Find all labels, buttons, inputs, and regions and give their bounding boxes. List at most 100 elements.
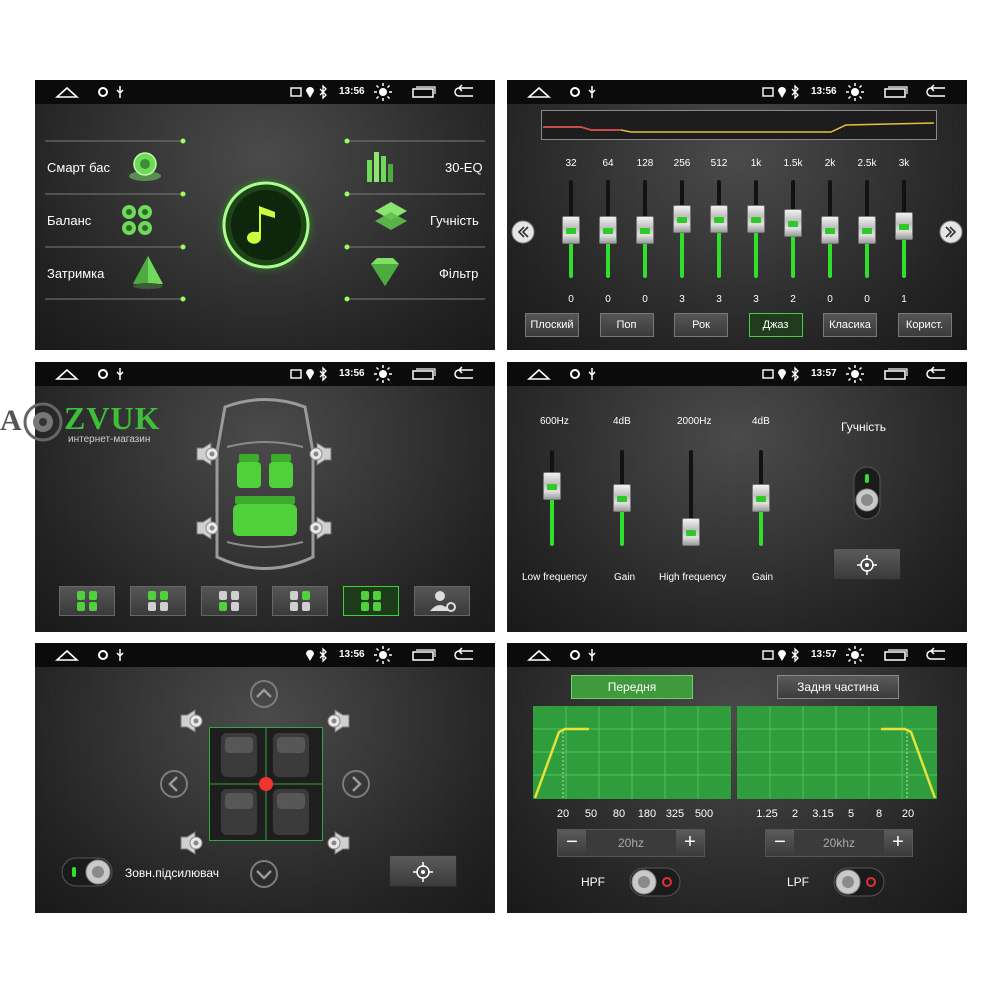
eq-preset-button[interactable]: Корист. xyxy=(897,313,952,337)
recent-apps-icon[interactable] xyxy=(883,84,909,100)
volume-toggle-switch[interactable] xyxy=(853,466,881,520)
chevron-left-double-icon[interactable] xyxy=(511,220,535,244)
tab-rear[interactable]: Задня частина xyxy=(777,675,899,699)
bluetooth-icon xyxy=(791,366,799,382)
hpf-minus-button[interactable]: − xyxy=(558,830,586,856)
equalizer-bars-icon[interactable] xyxy=(365,146,395,186)
tone-slider-knob[interactable] xyxy=(543,472,561,501)
eq-preset-button[interactable]: Плоский xyxy=(525,313,579,337)
sound-field-panel: 13:56 Зовн.підсилювач xyxy=(35,643,495,913)
back-icon[interactable] xyxy=(453,366,477,382)
hpf-response-graph xyxy=(533,706,731,799)
low-freq-value: 600Hz xyxy=(540,416,569,427)
eq-preset-button[interactable]: Поп xyxy=(599,313,654,337)
volume-label[interactable]: Гучність xyxy=(430,213,479,228)
hpf-plus-button[interactable]: + xyxy=(676,830,704,856)
arrow-left-icon[interactable] xyxy=(159,769,189,799)
eq-slider-knob[interactable] xyxy=(747,205,765,234)
back-icon[interactable] xyxy=(453,647,477,663)
home-icon[interactable] xyxy=(527,366,551,382)
balance-label[interactable]: Баланс xyxy=(47,213,91,228)
eq-slider-knob[interactable] xyxy=(636,216,654,245)
back-icon[interactable] xyxy=(925,84,949,100)
user-settings-icon xyxy=(430,591,456,612)
lpf-minus-button[interactable]: − xyxy=(766,830,794,856)
eq-slider-knob[interactable] xyxy=(599,216,617,245)
eq-slider-knob[interactable] xyxy=(673,205,691,234)
eq-slider-knob[interactable] xyxy=(710,205,728,234)
eq-preset-button[interactable]: Джаз xyxy=(748,313,803,337)
seat-mode-driver-button[interactable] xyxy=(343,586,399,616)
status-bar: 13:56 xyxy=(35,362,495,386)
chevron-right-double-icon[interactable] xyxy=(939,220,963,244)
eq30-label[interactable]: 30-EQ xyxy=(445,160,483,175)
brightness-icon[interactable] xyxy=(373,82,393,102)
reset-position-button[interactable] xyxy=(389,855,457,887)
volume-layers-icon[interactable] xyxy=(371,200,411,236)
eq-band-label: 1k xyxy=(750,158,762,169)
hpf-toggle-switch[interactable] xyxy=(629,867,681,897)
tab-front[interactable]: Передня xyxy=(571,675,693,699)
eq-preset-button[interactable]: Класика xyxy=(823,313,877,337)
location-icon xyxy=(306,650,314,661)
home-icon[interactable] xyxy=(55,84,79,100)
subwoofer-toggle-switch[interactable] xyxy=(61,857,113,887)
crossover-panel: 13:57 Передня Задня частина 20 50 80 180 325… xyxy=(507,643,967,913)
arrow-down-icon[interactable] xyxy=(249,859,279,889)
seat-mode-custom-button[interactable] xyxy=(414,586,470,616)
filter-gem-icon[interactable] xyxy=(365,256,405,290)
watermark-brand-prefix: A xyxy=(0,404,22,437)
recent-apps-icon[interactable] xyxy=(411,647,437,663)
eq-preset-button[interactable]: Рок xyxy=(674,313,728,337)
sound-position-button[interactable] xyxy=(833,548,901,580)
home-icon[interactable] xyxy=(527,647,551,663)
seat-mode-all-seats-button[interactable] xyxy=(59,586,115,616)
arrow-right-icon[interactable] xyxy=(341,769,371,799)
recent-apps-icon[interactable] xyxy=(411,84,437,100)
recent-apps-icon[interactable] xyxy=(883,366,909,382)
balance-speakers-icon[interactable] xyxy=(117,202,157,238)
sound-field-grid[interactable] xyxy=(209,727,323,841)
brightness-icon[interactable] xyxy=(373,364,393,384)
delay-label[interactable]: Затримка xyxy=(47,266,104,281)
usb-icon xyxy=(588,368,596,380)
tone-slider-knob[interactable] xyxy=(752,484,770,512)
eq-slider-knob[interactable] xyxy=(784,208,802,237)
recent-apps-icon[interactable] xyxy=(883,647,909,663)
home-icon[interactable] xyxy=(527,84,551,100)
back-icon[interactable] xyxy=(925,647,949,663)
arrow-up-icon[interactable] xyxy=(249,679,279,709)
home-icon[interactable] xyxy=(55,647,79,663)
lpf-tick: 5 xyxy=(847,808,855,820)
seat-mode-front-left-button[interactable] xyxy=(272,586,328,616)
brightness-icon[interactable] xyxy=(845,364,865,384)
eq-slider-knob[interactable] xyxy=(858,216,876,245)
eq-slider-knob[interactable] xyxy=(895,212,913,241)
tone-slider-knob[interactable] xyxy=(682,518,700,546)
lpf-plus-button[interactable]: + xyxy=(884,830,912,856)
seat-mode-rear-left-button[interactable] xyxy=(201,586,257,616)
delay-pyramid-icon[interactable] xyxy=(131,254,165,290)
smart-bass-label[interactable]: Смарт бас xyxy=(47,160,110,175)
speaker-icon xyxy=(180,709,203,733)
smart-bass-icon[interactable] xyxy=(127,148,163,184)
music-note-center-icon[interactable] xyxy=(213,172,319,278)
brightness-icon[interactable] xyxy=(373,645,393,665)
recent-apps-icon[interactable] xyxy=(411,366,437,382)
home-icon[interactable] xyxy=(55,366,79,382)
eq-slider-knob[interactable] xyxy=(821,216,839,245)
location-icon xyxy=(306,87,314,98)
seat-mode-front-seats-button[interactable] xyxy=(130,586,186,616)
eq-slider-knob[interactable] xyxy=(562,216,580,245)
speaker-icon xyxy=(327,709,350,733)
brightness-icon[interactable] xyxy=(845,82,865,102)
back-icon[interactable] xyxy=(925,366,949,382)
tone-slider-knob[interactable] xyxy=(613,484,631,512)
filter-label[interactable]: Фільтр xyxy=(439,266,478,281)
back-icon[interactable] xyxy=(453,84,477,100)
lpf-tick: 2 xyxy=(791,808,799,820)
lpf-toggle-switch[interactable] xyxy=(833,867,885,897)
brightness-icon[interactable] xyxy=(845,645,865,665)
location-icon xyxy=(778,87,786,98)
high-freq-label: High frequency xyxy=(659,572,727,583)
